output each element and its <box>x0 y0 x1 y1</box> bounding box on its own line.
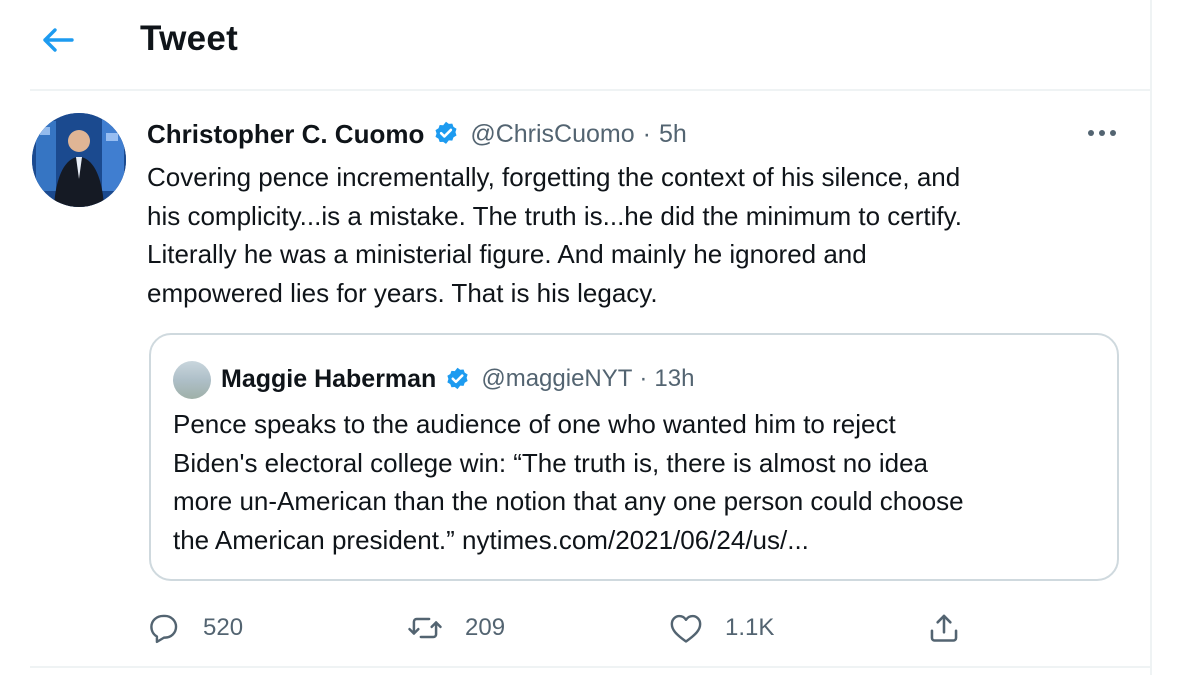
tweet-text: Covering pence incrementally, forgetting… <box>147 158 1137 312</box>
quoted-text-line: the American president.” nytimes.com/202… <box>173 521 1103 560</box>
tweet-text-line: his complicity...is a mistake. The truth… <box>147 200 962 231</box>
tweet-header: Christopher C. Cuomo @ChrisCuomo · 5h <box>147 114 687 154</box>
reply-count: 520 <box>203 614 244 641</box>
quoted-author-name: Maggie Haberman <box>221 364 437 393</box>
retweet-icon <box>407 611 443 645</box>
header-divider <box>30 89 1150 91</box>
tweet-actions: 520 209 1.1K <box>147 605 1047 651</box>
quoted-tweet-timestamp: 13h <box>654 365 695 392</box>
reply-button[interactable]: 520 <box>147 605 243 651</box>
article-link[interactable]: nytimes.com/2021/06/24/us/... <box>462 525 809 555</box>
bottom-divider <box>30 666 1150 668</box>
author-handle[interactable]: @ChrisCuomo <box>470 120 634 149</box>
like-count: 1.1K <box>725 614 775 641</box>
verified-badge-icon <box>444 366 471 393</box>
author-name[interactable]: Christopher C. Cuomo <box>147 119 424 150</box>
column-border <box>1150 0 1152 675</box>
share-button[interactable] <box>927 605 961 651</box>
quoted-tweet-header: Maggie Haberman @maggieNYT · 13h <box>221 359 694 399</box>
reply-icon <box>147 611 181 645</box>
tweet-text-line: Literally he was a ministerial figure. A… <box>147 239 867 269</box>
back-button[interactable] <box>36 20 80 60</box>
heart-icon <box>669 612 703 644</box>
more-horizontal-icon <box>1087 124 1117 142</box>
verified-badge-icon <box>432 120 460 148</box>
like-button[interactable]: 1.1K <box>669 605 774 651</box>
more-options-button[interactable] <box>1082 118 1122 148</box>
separator-dot: · <box>639 365 648 392</box>
quoted-author-avatar <box>173 361 211 399</box>
quoted-author-handle: @maggieNYT <box>481 365 633 392</box>
arrow-left-icon <box>41 26 75 54</box>
quoted-tweet-text: Pence speaks to the audience of one who … <box>173 405 1103 559</box>
quoted-text-line: Biden's electoral college win: “The trut… <box>173 447 929 478</box>
page-title: Tweet <box>140 19 239 58</box>
share-icon <box>927 611 961 645</box>
separator-dot: · <box>642 119 651 148</box>
tweet-text-line: Covering pence incrementally, forgetting… <box>147 162 961 192</box>
retweet-button[interactable]: 209 <box>407 605 505 651</box>
page-header: Tweet <box>0 0 1150 88</box>
avatar[interactable] <box>32 113 126 207</box>
quoted-text-line: Pence speaks to the audience of one who … <box>173 409 896 439</box>
quoted-text-last: the American president.” <box>173 524 455 555</box>
quoted-tweet[interactable]: Maggie Haberman @maggieNYT · 13h Pence s… <box>149 333 1119 581</box>
tweet-text-line: empowered lies for years. That is his le… <box>147 277 658 308</box>
quoted-text-line: more un-American than the notion that an… <box>173 486 964 516</box>
retweet-count: 209 <box>465 614 506 641</box>
tweet-page: Tweet Christopher C. Cuomo @ChrisCuomo ·… <box>0 0 1200 675</box>
tweet-timestamp[interactable]: 5h <box>659 120 687 149</box>
